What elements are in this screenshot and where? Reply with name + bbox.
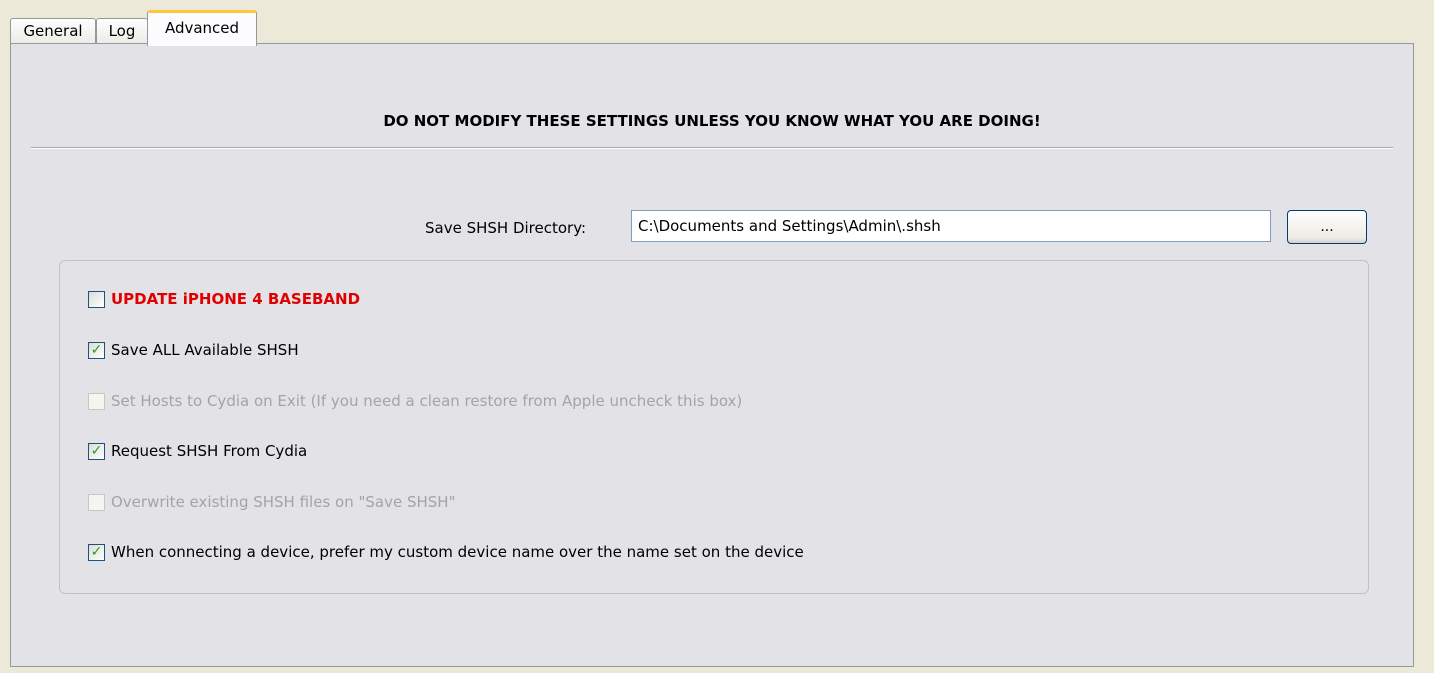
separator: [31, 147, 1393, 149]
set-hosts-cydia-checkbox: Set Hosts to Cydia on Exit (If you need …: [88, 390, 742, 412]
options-group: UPDATE iPHONE 4 BASEBAND ✓ Save ALL Avai…: [59, 260, 1369, 594]
option-label: UPDATE iPHONE 4 BASEBAND: [111, 290, 361, 308]
request-shsh-cydia-checkbox[interactable]: ✓ Request SHSH From Cydia: [88, 440, 307, 462]
option-label: When connecting a device, prefer my cust…: [111, 543, 804, 561]
option-label: Request SHSH From Cydia: [111, 442, 308, 460]
checkbox-unchecked-icon: [88, 290, 105, 308]
checkmark-icon: ✓: [88, 442, 105, 460]
update-baseband-checkbox[interactable]: UPDATE iPHONE 4 BASEBAND: [88, 288, 360, 310]
option-label: Save ALL Available SHSH: [111, 341, 299, 359]
option-label: Overwrite existing SHSH files on "Save S…: [111, 493, 456, 511]
checkbox-disabled-icon: [88, 493, 105, 511]
save-shsh-directory-label: Save SHSH Directory:: [425, 219, 587, 237]
tab-advanced[interactable]: Advanced: [147, 10, 257, 46]
warning-heading: DO NOT MODIFY THESE SETTINGS UNLESS YOU …: [383, 112, 1041, 130]
advanced-panel: DO NOT MODIFY THESE SETTINGS UNLESS YOU …: [10, 43, 1414, 667]
checkmark-icon: ✓: [88, 543, 105, 561]
checkbox-disabled-icon: [88, 392, 105, 410]
tab-log[interactable]: Log: [96, 18, 148, 44]
option-label: Set Hosts to Cydia on Exit (If you need …: [111, 392, 743, 410]
save-shsh-directory-input[interactable]: [631, 210, 1271, 242]
prefer-custom-device-name-checkbox[interactable]: ✓ When connecting a device, prefer my cu…: [88, 541, 804, 563]
tab-general[interactable]: General: [10, 18, 96, 44]
save-all-shsh-checkbox[interactable]: ✓ Save ALL Available SHSH: [88, 339, 299, 361]
checkmark-icon: ✓: [88, 341, 105, 359]
browse-button[interactable]: ...: [1287, 210, 1367, 244]
overwrite-shsh-checkbox: Overwrite existing SHSH files on "Save S…: [88, 491, 455, 513]
